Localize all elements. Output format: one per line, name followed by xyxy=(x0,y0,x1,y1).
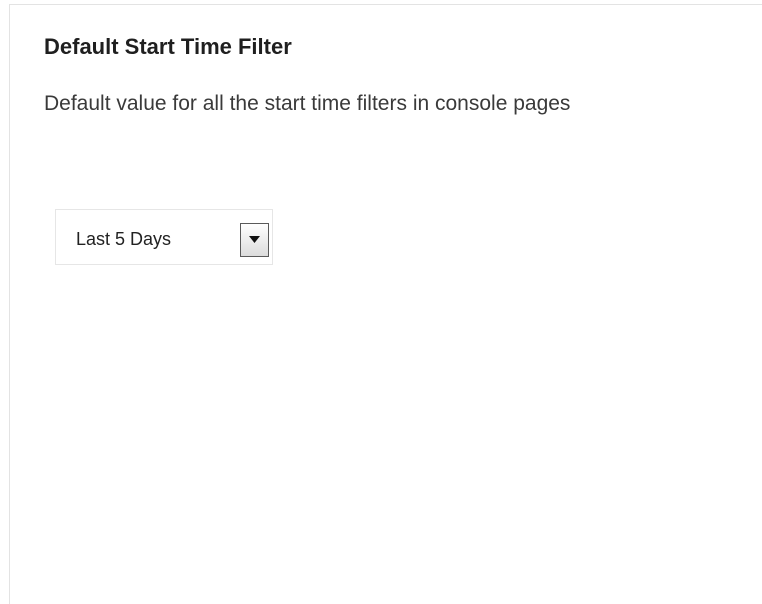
dropdown-button[interactable] xyxy=(240,223,269,257)
start-time-filter-select[interactable]: Last 5 Days xyxy=(55,209,273,265)
selected-value: Last 5 Days xyxy=(76,229,172,249)
section-description: Default value for all the start time fil… xyxy=(44,92,571,115)
section-title: Default Start Time Filter xyxy=(44,34,292,59)
chevron-down-icon xyxy=(249,236,260,243)
